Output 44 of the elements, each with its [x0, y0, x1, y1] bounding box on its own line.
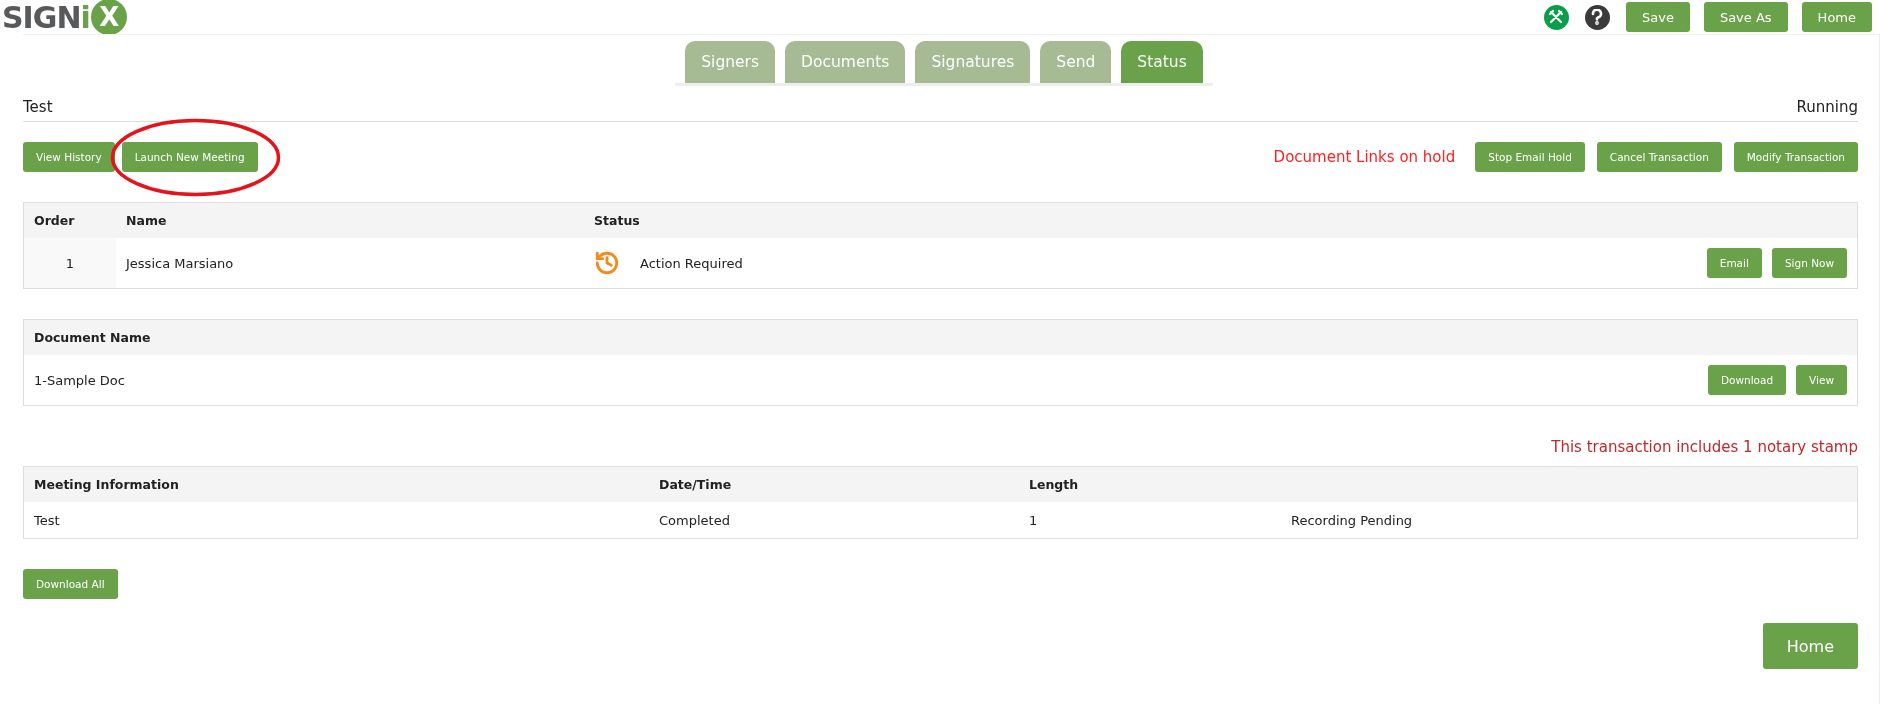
- tab[interactable]: Signatures: [915, 41, 1031, 83]
- row-button[interactable]: Download: [1707, 365, 1787, 395]
- table-cell: 1: [24, 238, 116, 288]
- tab[interactable]: Send: [1040, 41, 1112, 83]
- column-header: Date/Time: [658, 477, 733, 492]
- logo-text: SIGN: [2, 0, 81, 35]
- logo-text: i: [80, 0, 90, 35]
- tab[interactable]: Signers: [685, 41, 776, 83]
- column-header: Order: [33, 213, 76, 228]
- column-header: Meeting Information: [33, 477, 180, 492]
- column-header: Status: [593, 213, 641, 228]
- action-button[interactable]: Cancel Transaction: [1596, 142, 1722, 172]
- toolbar-button[interactable]: Save: [1625, 2, 1690, 32]
- table-cell-text: Test: [33, 512, 61, 528]
- hold-notice: Document Links on hold: [1273, 148, 1456, 166]
- action-button[interactable]: Stop Email Hold: [1475, 142, 1585, 172]
- column-header: Length: [1028, 477, 1080, 492]
- home-button[interactable]: Home: [1762, 623, 1858, 669]
- table-cell-text: 1: [1028, 512, 1039, 528]
- table-cell-text: 1-Sample Doc: [33, 372, 126, 388]
- download-all-button[interactable]: Download All: [23, 569, 118, 599]
- status-text: Action Required: [640, 255, 743, 271]
- transaction-title: Test: [23, 98, 53, 116]
- logo-badge: X: [90, 0, 127, 35]
- tab[interactable]: Status: [1121, 41, 1203, 83]
- row-button[interactable]: Sign Now: [1771, 248, 1847, 278]
- action-button[interactable]: Launch New Meeting: [121, 142, 258, 172]
- tab[interactable]: Documents: [785, 41, 906, 83]
- column-header: Document Name: [33, 330, 152, 345]
- table-cell-text: Completed: [658, 512, 731, 528]
- toolbar-button[interactable]: Home: [1801, 2, 1872, 32]
- tools-icon[interactable]: [1543, 4, 1569, 30]
- history-icon: [594, 250, 620, 276]
- table-cell-text: Jessica Marsiano: [124, 255, 235, 271]
- toolbar-button[interactable]: Save As: [1703, 2, 1788, 32]
- row-button[interactable]: Email: [1706, 248, 1762, 278]
- column-header: Name: [125, 213, 168, 228]
- notary-notice: This transaction includes 1 notary stamp: [1551, 438, 1858, 456]
- row-button[interactable]: View: [1796, 365, 1847, 395]
- help-icon[interactable]: [1584, 4, 1610, 30]
- action-button[interactable]: Modify Transaction: [1733, 142, 1858, 172]
- action-button[interactable]: View History: [23, 142, 115, 172]
- transaction-status: Running: [1796, 98, 1858, 116]
- table-cell-text: Recording Pending: [1290, 512, 1414, 528]
